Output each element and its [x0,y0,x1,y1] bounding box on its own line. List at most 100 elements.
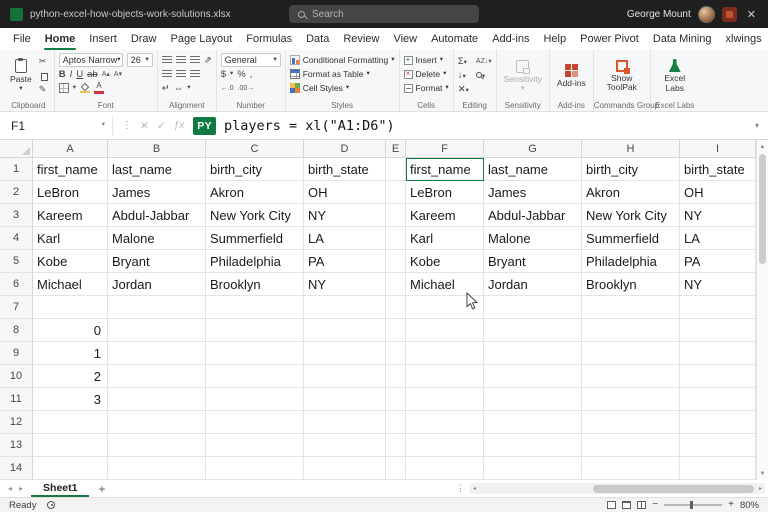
ribbon-tab-review[interactable]: Review [336,28,386,50]
cell-H11[interactable] [582,388,680,411]
column-header-F[interactable]: F [406,140,484,158]
page-layout-view-icon[interactable] [622,501,631,509]
cell-I12[interactable] [680,411,756,434]
align-bottom-button[interactable] [190,56,200,64]
cell-F11[interactable] [406,388,484,411]
cell-E11[interactable] [386,388,406,411]
cell-C1[interactable]: birth_city [206,158,304,181]
cell-H9[interactable] [582,342,680,365]
cell-E6[interactable] [386,273,406,296]
cell-D2[interactable]: OH [304,181,386,204]
horizontal-scrollbar[interactable]: ◂ ▸ [470,483,765,494]
align-middle-button[interactable] [176,56,186,64]
font-name-select[interactable]: Aptos Narrow ▾ [59,53,123,67]
cell-E5[interactable] [386,250,406,273]
row-header-5[interactable]: 5 [0,250,33,273]
zoom-slider[interactable] [664,504,722,506]
format-as-table-button[interactable]: Format as Table ▾ [290,67,395,81]
cell-E3[interactable] [386,204,406,227]
horizontal-scroll-thumb[interactable] [593,485,754,493]
cell-A10[interactable]: 2 [33,365,108,388]
cell-B12[interactable] [108,411,206,434]
cell-B14[interactable] [108,457,206,480]
sensitivity-button[interactable]: Sensitivity ▾ [501,53,545,99]
cell-B8[interactable] [108,319,206,342]
cell-D8[interactable] [304,319,386,342]
cell-D7[interactable] [304,296,386,319]
cell-E2[interactable] [386,181,406,204]
format-painter-button[interactable]: ✎ [39,84,50,95]
cell-G5[interactable]: Bryant [484,250,582,273]
cell-A5[interactable]: Kobe [33,250,108,273]
cell-B5[interactable]: Bryant [108,250,206,273]
scroll-up-icon[interactable]: ▲ [757,140,768,153]
cell-C9[interactable] [206,342,304,365]
wrap-text-button[interactable]: ↵ [162,83,170,94]
cell-F6[interactable]: Michael [406,273,484,296]
cell-I7[interactable] [680,296,756,319]
cell-I14[interactable] [680,457,756,480]
ribbon-tab-data[interactable]: Data [299,28,336,50]
column-header-D[interactable]: D [304,140,386,158]
cell-F7[interactable] [406,296,484,319]
sheet-nav-left-icon[interactable]: ◂ [8,484,12,493]
format-cells-button[interactable]: Format ▾ [404,81,449,95]
row-header-11[interactable]: 11 [0,388,33,411]
cell-F12[interactable] [406,411,484,434]
cell-E9[interactable] [386,342,406,365]
cell-A9[interactable]: 1 [33,342,108,365]
cell-G6[interactable]: Jordan [484,273,582,296]
column-header-H[interactable]: H [582,140,680,158]
normal-view-icon[interactable] [607,501,616,509]
column-header-A[interactable]: A [33,140,108,158]
cell-F4[interactable]: Karl [406,227,484,250]
show-toolpak-button[interactable]: Show ToolPak [598,53,646,99]
cell-G14[interactable] [484,457,582,480]
cell-B1[interactable]: last_name [108,158,206,181]
align-right-button[interactable] [190,70,200,78]
cell-C2[interactable]: Akron [206,181,304,204]
row-header-9[interactable]: 9 [0,342,33,365]
zoom-slider-thumb[interactable] [690,501,693,509]
cell-C12[interactable] [206,411,304,434]
cell-E7[interactable] [386,296,406,319]
cell-D5[interactable]: PA [304,250,386,273]
cell-I13[interactable] [680,434,756,457]
cell-A4[interactable]: Karl [33,227,108,250]
column-header-B[interactable]: B [108,140,206,158]
cell-B4[interactable]: Malone [108,227,206,250]
cell-E14[interactable] [386,457,406,480]
row-header-8[interactable]: 8 [0,319,33,342]
font-size-select[interactable]: 26 ▾ [127,53,153,67]
cell-B10[interactable] [108,365,206,388]
cell-G7[interactable] [484,296,582,319]
currency-button[interactable]: $ [221,69,226,80]
align-top-button[interactable] [162,56,172,64]
cell-I6[interactable]: NY [680,273,756,296]
row-header-10[interactable]: 10 [0,365,33,388]
cell-E10[interactable] [386,365,406,388]
number-format-select[interactable]: General ▾ [221,53,281,67]
ribbon-tab-help[interactable]: Help [536,28,573,50]
scroll-left-icon[interactable]: ◂ [470,485,479,492]
recording-app-icon[interactable] [722,7,737,22]
cell-styles-button[interactable]: Cell Styles ▾ [290,81,395,95]
expand-formula-bar-icon[interactable]: ▾ [755,121,768,130]
cell-H1[interactable]: birth_city [582,158,680,181]
cell-F13[interactable] [406,434,484,457]
cell-B11[interactable] [108,388,206,411]
cell-H5[interactable]: Philadelphia [582,250,680,273]
row-header-14[interactable]: 14 [0,457,33,480]
fill-color-button[interactable] [80,83,90,94]
merge-center-button[interactable]: ⇔ [174,83,184,94]
cell-D13[interactable] [304,434,386,457]
column-header-C[interactable]: C [206,140,304,158]
increase-font-button[interactable]: A▴ [102,70,110,78]
cell-H12[interactable] [582,411,680,434]
vertical-scrollbar[interactable]: ▲ ▼ [756,140,768,480]
align-center-button[interactable] [176,70,186,78]
cell-G2[interactable]: James [484,181,582,204]
sheet-nav-right-icon[interactable]: ▸ [19,484,23,493]
row-header-13[interactable]: 13 [0,434,33,457]
font-color-button[interactable]: A [94,82,104,94]
